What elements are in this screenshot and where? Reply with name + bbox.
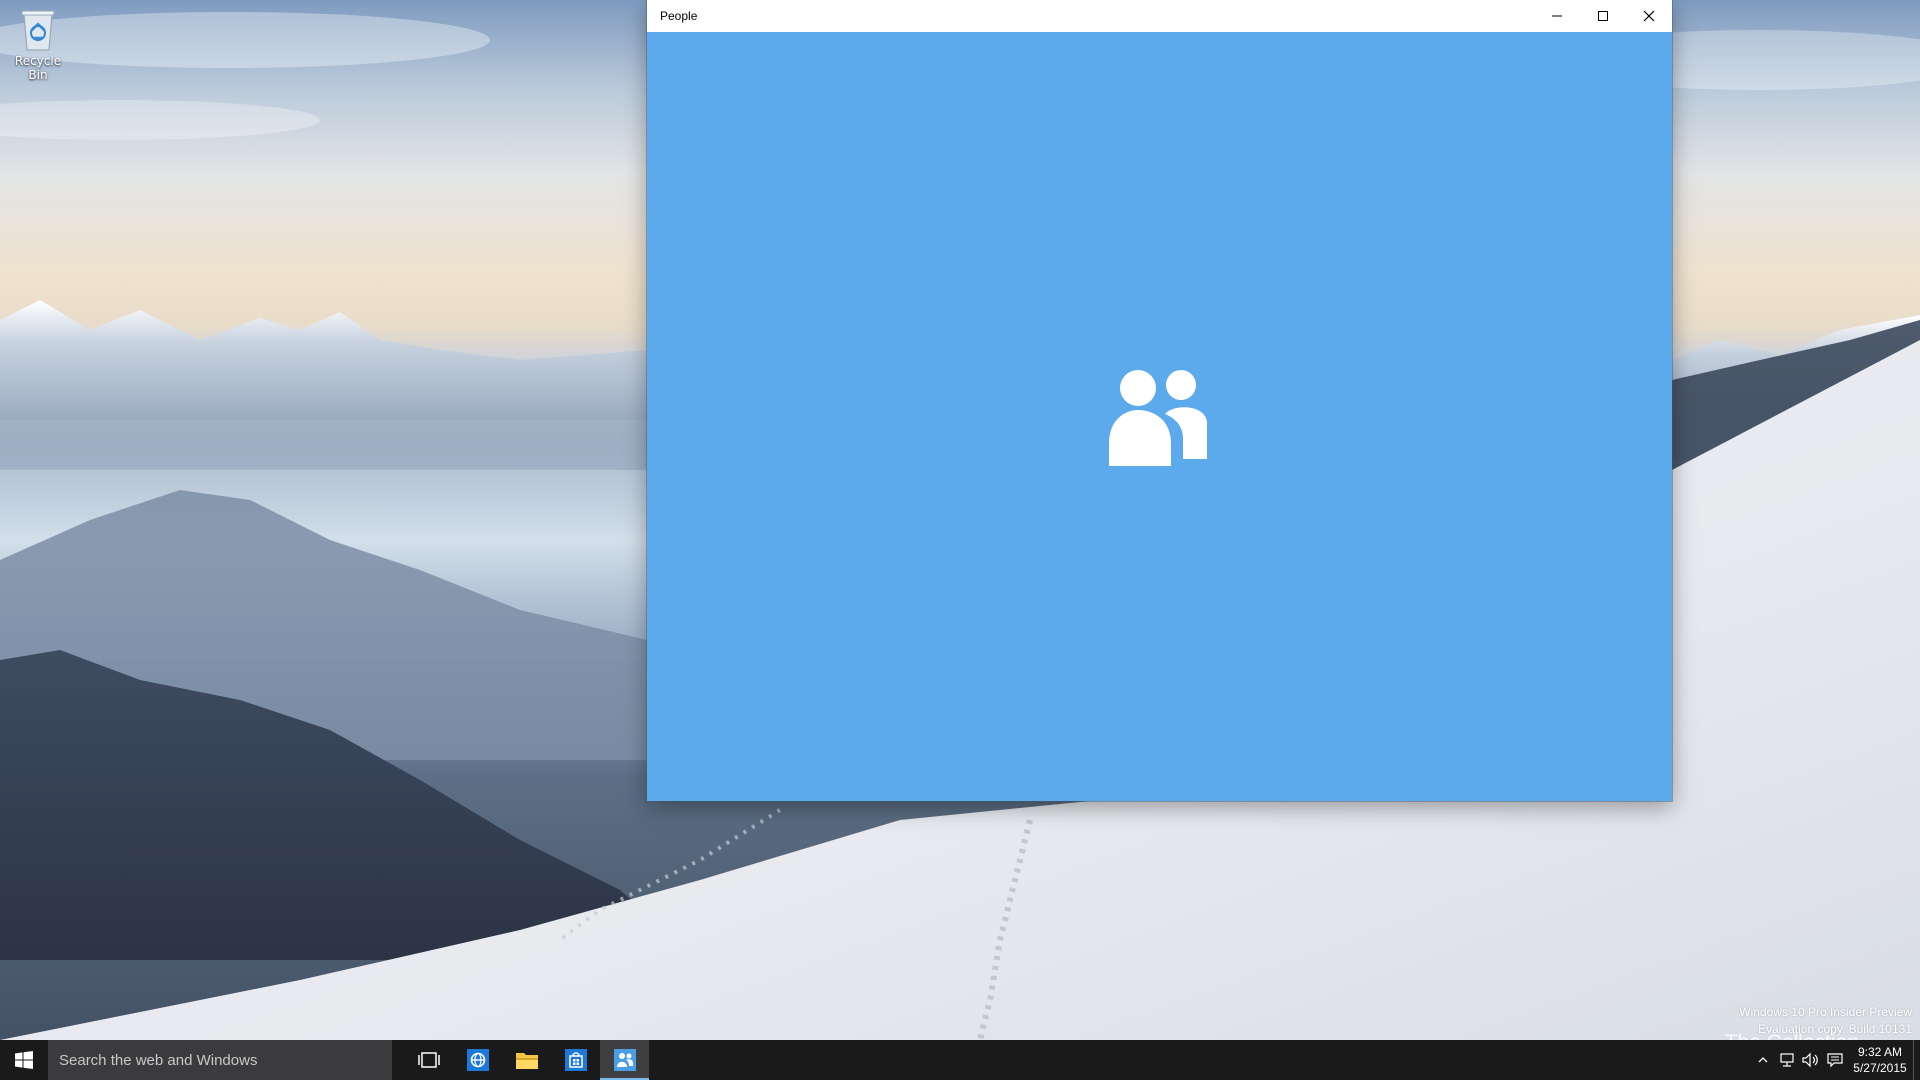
people-app-window[interactable]: People: [647, 0, 1672, 801]
people-icon: [1109, 370, 1207, 466]
close-button[interactable]: [1626, 0, 1672, 32]
desktop: Recycle Bin People Windows 10 Pro Inside…: [0, 0, 1920, 1080]
taskbar-app-file-explorer[interactable]: [502, 1040, 551, 1080]
taskbar-app-store[interactable]: [551, 1040, 600, 1080]
ie-icon: [466, 1049, 489, 1071]
minimize-button[interactable]: [1534, 0, 1580, 32]
taskbar: Search the web and Windows 9:32 AM 5/27/…: [0, 1040, 1920, 1080]
system-tray: 9:32 AM 5/27/2015: [1751, 1040, 1920, 1080]
window-title: People: [660, 9, 698, 23]
maximize-icon: [1598, 11, 1608, 21]
search-placeholder: Search the web and Windows: [59, 1051, 258, 1069]
clock-date: 5/27/2015: [1853, 1061, 1907, 1075]
start-button[interactable]: [0, 1040, 48, 1080]
task-view-icon: [417, 1052, 440, 1068]
desktop-icon-label: Recycle Bin: [14, 54, 62, 82]
people-icon: [613, 1049, 636, 1071]
desktop-icon-recycle-bin[interactable]: Recycle Bin: [4, 6, 72, 82]
close-icon: [1643, 10, 1655, 22]
store-icon: [564, 1049, 587, 1071]
speaker-icon: [1802, 1052, 1818, 1068]
network-icon: [1780, 1053, 1794, 1067]
notification-icon: [1827, 1053, 1843, 1068]
minimize-icon: [1552, 15, 1562, 17]
windows-logo-icon: [15, 1051, 33, 1069]
maximize-button[interactable]: [1580, 0, 1626, 32]
show-hidden-icons-button[interactable]: [1751, 1040, 1775, 1080]
action-center-button[interactable]: [1823, 1040, 1847, 1080]
clock-time: 9:32 AM: [1857, 1045, 1903, 1059]
clock[interactable]: 9:32 AM 5/27/2015: [1847, 1044, 1913, 1076]
show-desktop-button[interactable]: [1913, 1040, 1920, 1080]
title-bar[interactable]: People: [647, 0, 1672, 32]
taskbar-app-internet-explorer[interactable]: [453, 1040, 502, 1080]
network-button[interactable]: [1775, 1040, 1799, 1080]
taskbar-app-people[interactable]: [600, 1040, 649, 1080]
folder-icon: [515, 1053, 538, 1069]
task-view-button[interactable]: [404, 1040, 453, 1080]
recycle-bin-icon: [21, 10, 55, 51]
watermark-line-1: Windows 10 Pro Insider Preview: [1739, 1005, 1912, 1019]
chevron-up-icon: [1758, 1057, 1768, 1063]
search-box[interactable]: Search the web and Windows: [48, 1040, 392, 1080]
volume-button[interactable]: [1799, 1040, 1823, 1080]
